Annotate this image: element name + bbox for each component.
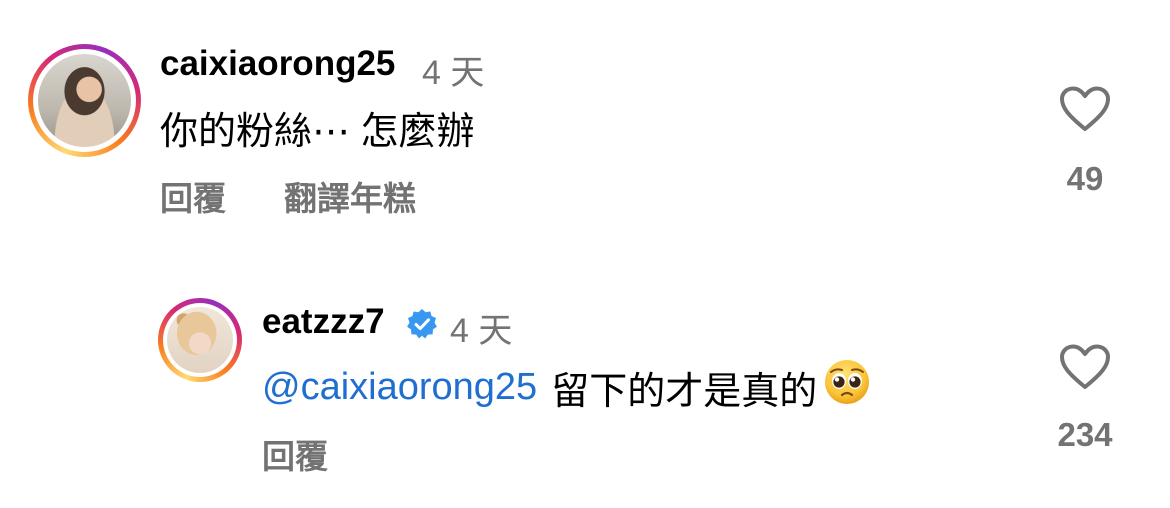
pleading-face-icon	[823, 358, 871, 416]
reply-item: eatzzz7 4 天 @caixiaorong25 留下的才是真的 回覆 23…	[0, 240, 1170, 508]
mention-link[interactable]: @caixiaorong25	[262, 366, 537, 409]
reply-text: @caixiaorong25 留下的才是真的	[262, 358, 871, 416]
reply-button[interactable]: 回覆	[160, 172, 226, 220]
avatar[interactable]	[158, 298, 242, 382]
comment-text-content: 你的粉絲⋯ 怎麼辦	[160, 111, 475, 153]
comment-item: caixiaorong25 4 天 你的粉絲⋯ 怎麼辦 回覆 翻譯年糕 49	[0, 0, 1170, 240]
translate-button[interactable]: 翻譯年糕	[284, 172, 416, 220]
like-count: 49	[1066, 160, 1104, 197]
avatar-photo	[167, 307, 233, 373]
reply-timestamp: 4 天	[450, 312, 513, 350]
comment-text: 你的粉絲⋯ 怎麼辦	[160, 100, 475, 155]
like-button[interactable]	[1055, 344, 1115, 390]
comment-username[interactable]: caixiaorong25	[160, 44, 395, 84]
avatar-ring-gap	[163, 303, 237, 377]
like-button[interactable]	[1055, 86, 1115, 132]
heart-icon	[1060, 344, 1110, 389]
reply-text-content: 留下的才是真的	[551, 370, 818, 413]
avatar[interactable]	[28, 44, 141, 157]
avatar-ring-gap	[33, 49, 136, 152]
like-count: 234	[1057, 416, 1113, 453]
heart-icon	[1060, 86, 1110, 131]
reply-button[interactable]: 回覆	[262, 430, 328, 478]
comment-timestamp: 4 天	[422, 54, 485, 92]
reply-username[interactable]: eatzzz7	[262, 302, 385, 342]
verified-badge-icon	[407, 309, 437, 339]
avatar-photo	[38, 54, 131, 147]
